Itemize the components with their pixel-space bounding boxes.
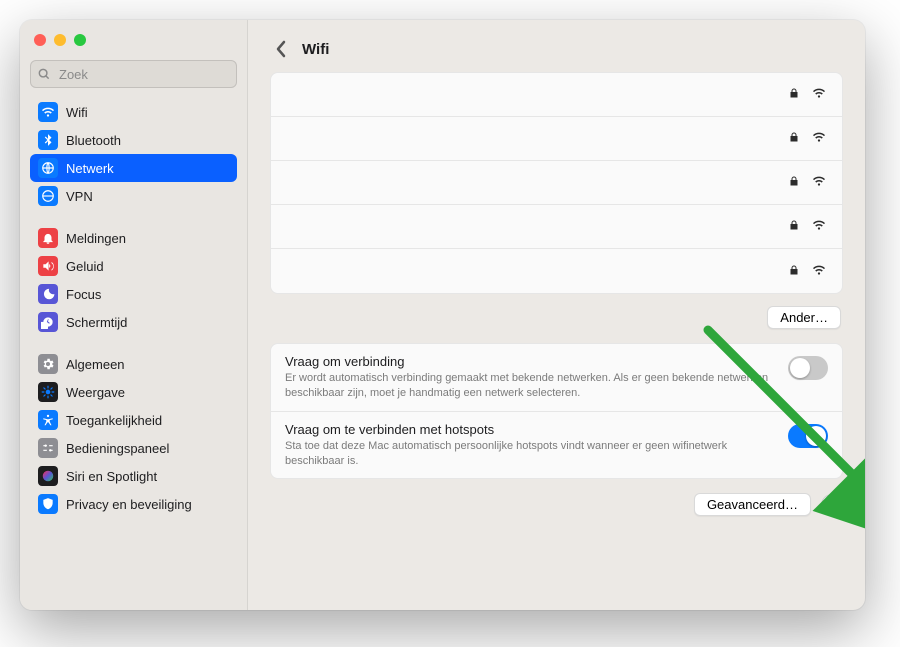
sidebar-item-weergave[interactable]: Weergave: [30, 378, 237, 406]
vpn-icon: [38, 186, 58, 206]
main-pane: Wifi Ander… Vraag om verbinding Er wordt…: [248, 20, 865, 610]
search-input[interactable]: [30, 60, 237, 88]
lock-icon: [788, 218, 800, 235]
schermtijd-icon: [38, 312, 58, 332]
bedieningspaneel-icon: [38, 438, 58, 458]
settings-window: Wifi Bluetooth Netwerk VPN Meldingen Geluid Fo…: [20, 20, 865, 610]
setting-ask-connect-title: Vraag om verbinding: [285, 354, 772, 369]
wifi-network-row[interactable]: [271, 117, 842, 161]
focus-icon: [38, 284, 58, 304]
wifi-signal-icon: [810, 218, 828, 235]
setting-ask-connect: Vraag om verbinding Er wordt automatisch…: [271, 344, 842, 412]
weergave-icon: [38, 382, 58, 402]
geluid-icon: [38, 256, 58, 276]
algemeen-icon: [38, 354, 58, 374]
lock-icon: [788, 174, 800, 191]
sidebar-item-label: Schermtijd: [66, 315, 127, 330]
sidebar-item-privacy[interactable]: Privacy en beveiliging: [30, 490, 237, 518]
zoom-window-button[interactable]: [74, 34, 86, 46]
sidebar-item-toegankelijkheid[interactable]: Toegankelijkheid: [30, 406, 237, 434]
toggle-ask-connect[interactable]: [788, 356, 828, 380]
sidebar-item-geluid[interactable]: Geluid: [30, 252, 237, 280]
lock-icon: [788, 263, 800, 280]
setting-ask-hotspot: Vraag om te verbinden met hotspots Sta t…: [271, 412, 842, 479]
sidebar-item-algemeen[interactable]: Algemeen: [30, 350, 237, 378]
setting-ask-connect-desc: Er wordt automatisch verbinding gemaakt …: [285, 371, 772, 401]
help-button[interactable]: ?: [821, 494, 843, 516]
sidebar-item-vpn[interactable]: VPN: [30, 182, 237, 210]
setting-ask-hotspot-desc: Sta toe dat deze Mac automatisch persoon…: [285, 439, 772, 469]
sidebar-item-schermtijd[interactable]: Schermtijd: [30, 308, 237, 336]
sidebar-item-label: Wifi: [66, 105, 88, 120]
search-field-wrap: [30, 60, 237, 88]
sidebar-item-label: Bluetooth: [66, 133, 121, 148]
wifi-signal-icon: [810, 263, 828, 280]
back-button[interactable]: [270, 38, 292, 60]
setting-ask-hotspot-title: Vraag om te verbinden met hotspots: [285, 422, 772, 437]
other-network-button[interactable]: Ander…: [767, 306, 841, 329]
sidebar-item-label: Toegankelijkheid: [66, 413, 162, 428]
wifi-network-row[interactable]: [271, 205, 842, 249]
settings-card: Vraag om verbinding Er wordt automatisch…: [270, 343, 843, 479]
toegankelijkheid-icon: [38, 410, 58, 430]
sidebar-item-label: Weergave: [66, 385, 125, 400]
privacy-icon: [38, 494, 58, 514]
advanced-button[interactable]: Geavanceerd…: [694, 493, 811, 516]
wifi-icon: [38, 102, 58, 122]
sidebar-item-label: Bedieningspaneel: [66, 441, 169, 456]
sidebar-item-bedieningspaneel[interactable]: Bedieningspaneel: [30, 434, 237, 462]
siri-icon: [38, 466, 58, 486]
sidebar-item-meldingen[interactable]: Meldingen: [30, 224, 237, 252]
toggle-ask-hotspot[interactable]: [788, 424, 828, 448]
sidebar-item-bluetooth[interactable]: Bluetooth: [30, 126, 237, 154]
lock-icon: [788, 130, 800, 147]
sidebar-item-siri[interactable]: Siri en Spotlight: [30, 462, 237, 490]
sidebar-nav: Wifi Bluetooth Netwerk VPN Meldingen Geluid Fo…: [30, 98, 237, 610]
sidebar-item-label: VPN: [66, 189, 93, 204]
minimize-window-button[interactable]: [54, 34, 66, 46]
titlebar: Wifi: [270, 32, 843, 66]
window-controls: [30, 30, 237, 60]
sidebar-item-netwerk[interactable]: Netwerk: [30, 154, 237, 182]
wifi-network-list: [270, 72, 843, 294]
wifi-network-row[interactable]: [271, 249, 842, 293]
bluetooth-icon: [38, 130, 58, 150]
search-icon: [37, 67, 51, 81]
meldingen-icon: [38, 228, 58, 248]
sidebar-item-label: Geluid: [66, 259, 104, 274]
lock-icon: [788, 86, 800, 103]
wifi-signal-icon: [810, 130, 828, 147]
sidebar-item-label: Netwerk: [66, 161, 114, 176]
sidebar-item-label: Siri en Spotlight: [66, 469, 157, 484]
wifi-network-row[interactable]: [271, 161, 842, 205]
netwerk-icon: [38, 158, 58, 178]
sidebar: Wifi Bluetooth Netwerk VPN Meldingen Geluid Fo…: [20, 20, 248, 610]
footer-buttons: Geavanceerd… ?: [270, 479, 843, 516]
sidebar-item-focus[interactable]: Focus: [30, 280, 237, 308]
sidebar-item-label: Algemeen: [66, 357, 125, 372]
sidebar-item-label: Privacy en beveiliging: [66, 497, 192, 512]
wifi-signal-icon: [810, 86, 828, 103]
page-title: Wifi: [302, 41, 329, 58]
sidebar-item-wifi[interactable]: Wifi: [30, 98, 237, 126]
close-window-button[interactable]: [34, 34, 46, 46]
wifi-signal-icon: [810, 174, 828, 191]
sidebar-item-label: Meldingen: [66, 231, 126, 246]
wifi-network-row[interactable]: [271, 73, 842, 117]
sidebar-item-label: Focus: [66, 287, 101, 302]
